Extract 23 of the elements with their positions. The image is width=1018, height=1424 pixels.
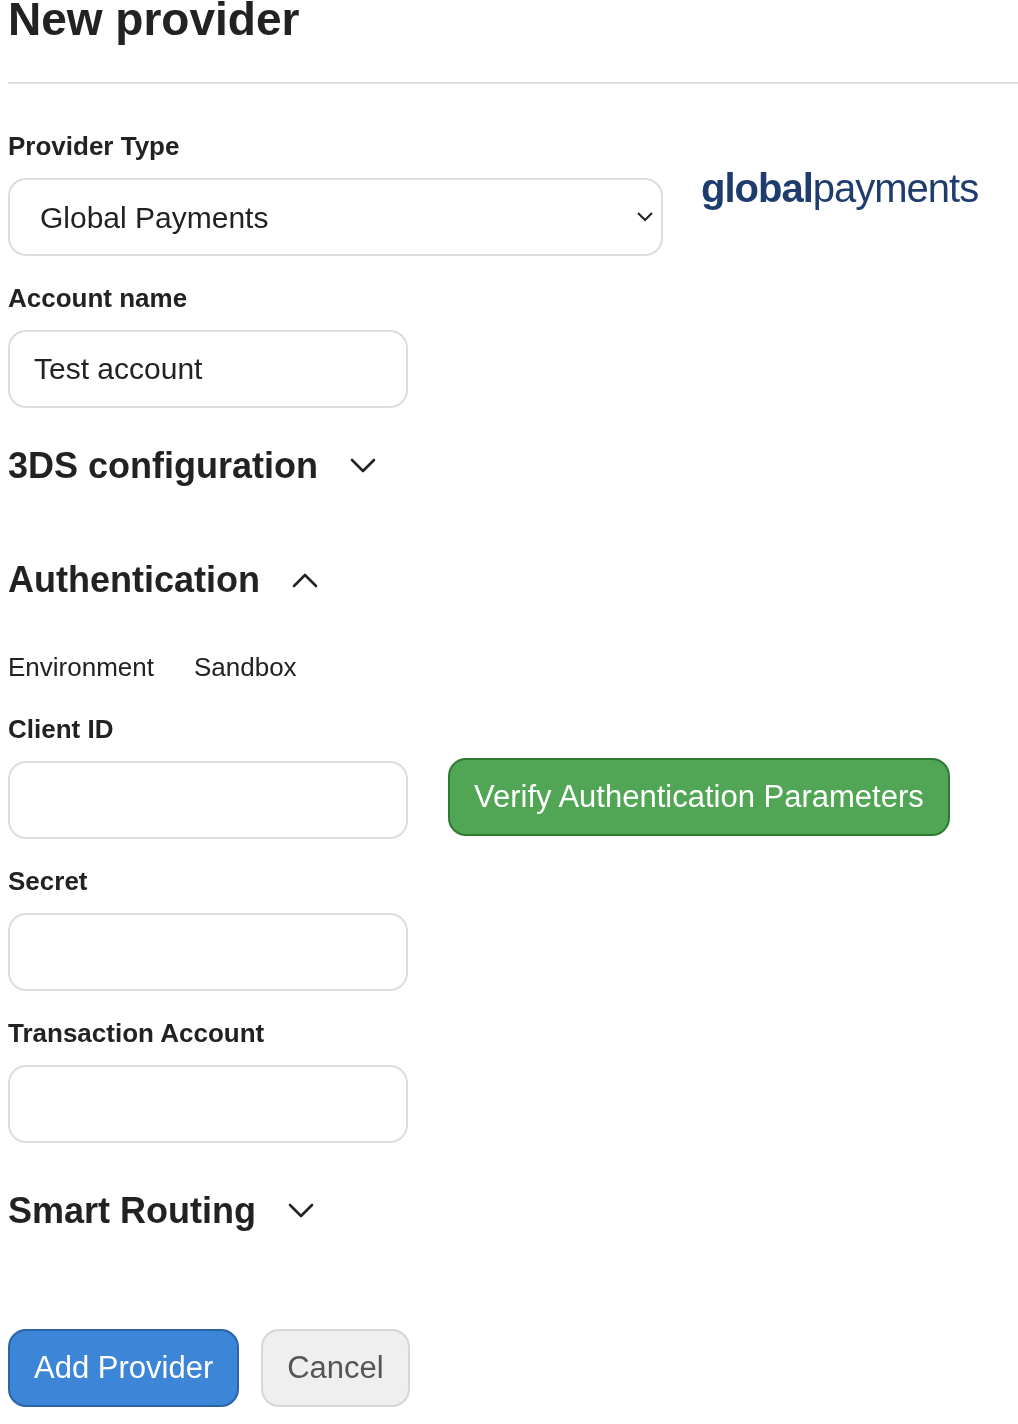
chevron-down-icon bbox=[637, 212, 653, 222]
input-field[interactable]: Test account bbox=[8, 330, 408, 408]
page-title: New provider bbox=[8, 0, 301, 44]
chevron-up-icon[interactable] bbox=[292, 572, 318, 588]
section-heading[interactable]: Authentication bbox=[8, 558, 260, 602]
section-heading[interactable]: 3DS configuration bbox=[8, 444, 318, 488]
field-label: Transaction Account bbox=[8, 1017, 266, 1049]
input-field[interactable] bbox=[8, 913, 408, 991]
logo: globalpayments bbox=[701, 165, 979, 212]
input-field[interactable] bbox=[8, 1065, 408, 1143]
field-label: Secret bbox=[8, 865, 89, 897]
field-label: Account name bbox=[8, 282, 189, 314]
add-button[interactable]: Add Provider bbox=[8, 1329, 240, 1407]
environment-value: Sandbox bbox=[193, 651, 297, 683]
environment-label: Environment bbox=[8, 651, 154, 683]
section-heading[interactable]: Smart Routing bbox=[8, 1189, 256, 1233]
input-field[interactable] bbox=[8, 761, 408, 839]
cancel-button[interactable]: Cancel bbox=[261, 1329, 410, 1407]
field-label: Provider Type bbox=[8, 130, 181, 162]
chevron-down-icon[interactable] bbox=[288, 1203, 314, 1219]
field-label: Client ID bbox=[8, 713, 115, 745]
chevron-down-icon[interactable] bbox=[350, 458, 376, 474]
provider-select[interactable]: Global Payments bbox=[8, 178, 663, 256]
